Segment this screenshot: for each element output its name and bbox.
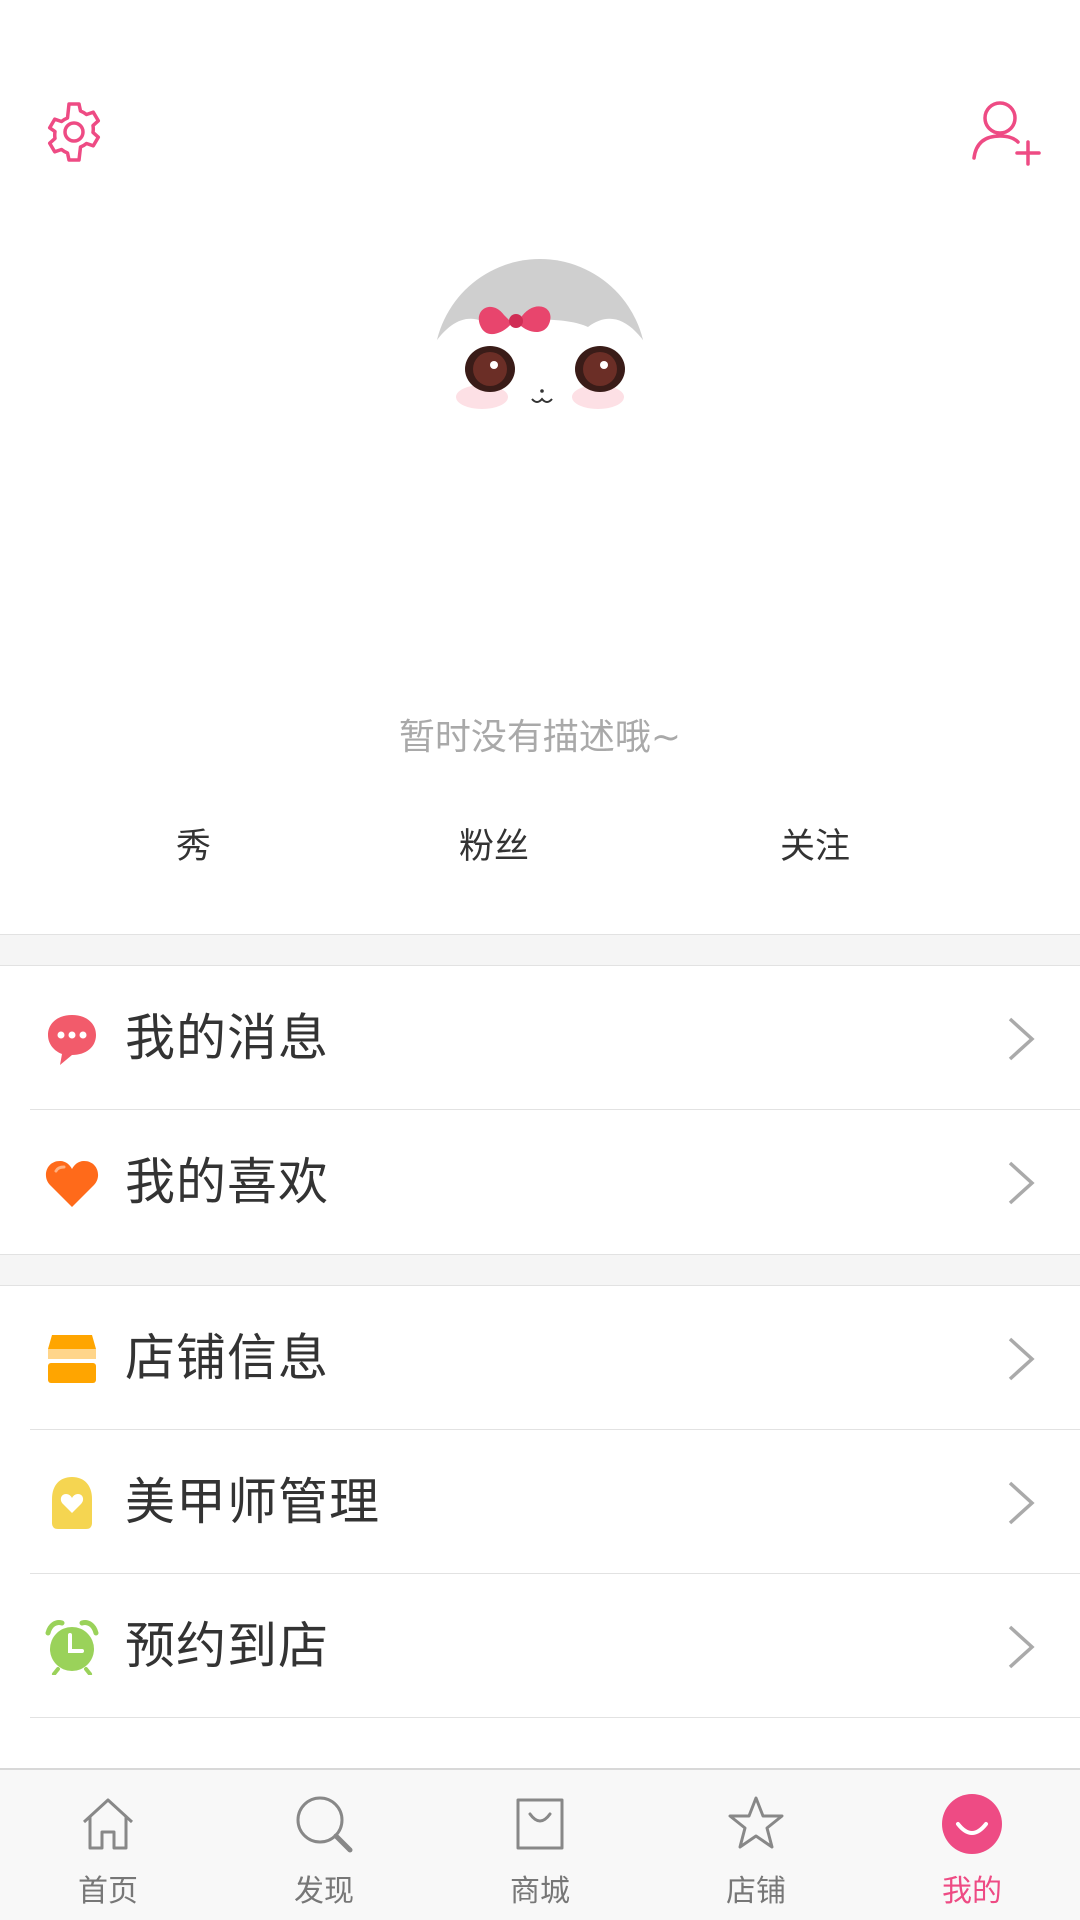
add-friend-button[interactable] bbox=[970, 96, 1042, 168]
menu-label: 我的喜欢 bbox=[125, 1153, 329, 1211]
avatar[interactable] bbox=[432, 257, 648, 427]
shopping-bag-icon bbox=[516, 1798, 564, 1850]
chevron-right-icon bbox=[1008, 1161, 1035, 1205]
alarm-clock-icon bbox=[45, 1620, 99, 1675]
stat-fans[interactable]: 粉丝 bbox=[459, 818, 529, 869]
heart-icon bbox=[45, 1161, 99, 1207]
menu-item-shop-info[interactable]: 店铺信息 bbox=[0, 1286, 1080, 1430]
section-divider bbox=[0, 934, 1080, 966]
gear-icon bbox=[47, 102, 101, 162]
smile-icon bbox=[942, 1794, 1002, 1854]
bottom-tab-bar: 首页 发现 商城 店铺 我的 bbox=[0, 1768, 1080, 1920]
tab-label: 商城 bbox=[510, 1874, 570, 1909]
chevron-right-icon bbox=[1008, 1625, 1035, 1669]
menu-item-nail-artists[interactable]: 美甲师管理 bbox=[0, 1430, 1080, 1574]
tab-home[interactable]: 首页 bbox=[28, 1770, 188, 1920]
menu-item-messages[interactable]: 我的消息 bbox=[0, 966, 1080, 1110]
menu-item-likes[interactable]: 我的喜欢 bbox=[0, 1110, 1080, 1254]
section-divider bbox=[0, 1254, 1080, 1286]
star-icon bbox=[728, 1796, 784, 1849]
stat-follow[interactable]: 关注 bbox=[780, 818, 850, 869]
chevron-right-icon bbox=[1008, 1481, 1035, 1525]
settings-button[interactable] bbox=[42, 100, 106, 164]
home-icon bbox=[82, 1798, 134, 1850]
tab-mine[interactable]: 我的 bbox=[892, 1770, 1052, 1920]
profile-page: 暂时没有描述哦~ 秀 粉丝 关注 我的消息 我的喜欢 店铺信息 美甲师管理 预约… bbox=[0, 0, 1080, 1920]
tab-label: 发现 bbox=[294, 1874, 354, 1909]
stat-show[interactable]: 秀 bbox=[176, 818, 211, 869]
tab-label: 首页 bbox=[78, 1874, 138, 1909]
nail-artist-icon bbox=[52, 1477, 92, 1529]
tab-label: 店铺 bbox=[726, 1874, 786, 1909]
menu-label: 美甲师管理 bbox=[125, 1473, 380, 1531]
shop-icon bbox=[48, 1335, 96, 1383]
menu-label: 预约到店 bbox=[125, 1617, 329, 1675]
profile-description: 暂时没有描述哦~ bbox=[398, 717, 682, 758]
tab-discover[interactable]: 发现 bbox=[244, 1770, 404, 1920]
menu-label: 店铺信息 bbox=[125, 1329, 329, 1387]
cat-avatar-image bbox=[432, 259, 648, 427]
chevron-right-icon bbox=[1008, 1017, 1035, 1061]
menu-item-booking[interactable]: 预约到店 bbox=[0, 1574, 1080, 1718]
menu-label: 我的消息 bbox=[125, 1009, 329, 1067]
stats-row: 秀 粉丝 关注 bbox=[0, 818, 1080, 878]
message-icon bbox=[48, 1015, 96, 1065]
tab-mall[interactable]: 商城 bbox=[460, 1770, 620, 1920]
search-icon bbox=[296, 1796, 353, 1853]
tab-store[interactable]: 店铺 bbox=[676, 1770, 836, 1920]
chevron-right-icon bbox=[1008, 1337, 1035, 1381]
tab-label: 我的 bbox=[942, 1874, 1002, 1909]
add-user-icon bbox=[972, 101, 1041, 166]
